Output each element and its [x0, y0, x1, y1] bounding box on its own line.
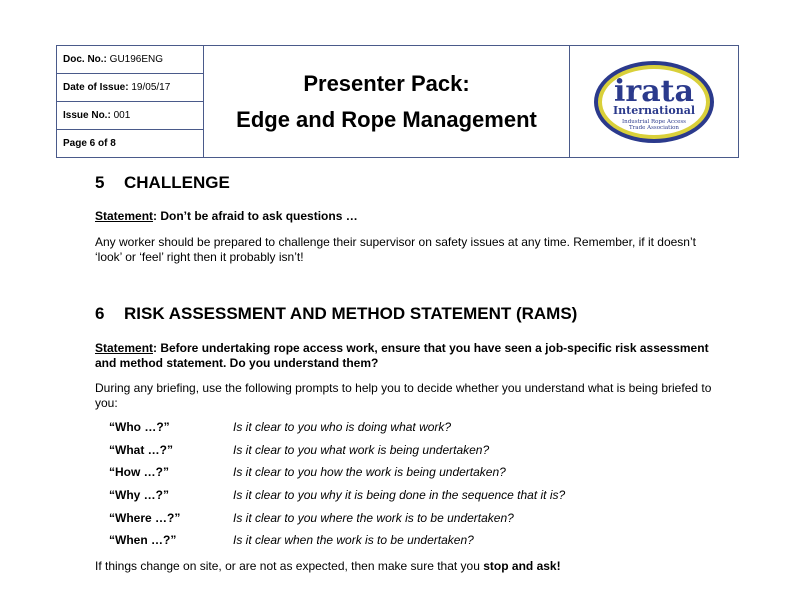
prompt-row: “Who …?” Is it clear to you who is doing …: [109, 420, 452, 435]
title-line-1: Presenter Pack:: [303, 70, 470, 96]
document-header: Doc. No.: GU196ENG Presenter Pack: Edge …: [56, 45, 739, 158]
issue-number: Issue No.: 001: [56, 101, 204, 130]
section-6-closing: If things change on site, or are not as …: [95, 559, 561, 573]
section-5-statement: Statement: Don’t be afraid to ask questi…: [95, 209, 358, 223]
page-number: Page 6 of 8: [56, 129, 204, 158]
prompt-row: “Where …?” Is it clear to you where the w…: [109, 510, 514, 525]
irata-logo: irata International Industrial Rope Acce…: [569, 45, 739, 158]
title-line-2: Edge and Rope Management: [236, 106, 537, 132]
section-5-body: Any worker should be prepared to challen…: [95, 235, 696, 264]
logo-tagline-2: Trade Association: [629, 125, 679, 131]
section-6-statement: Statement: Before undertaking rope acces…: [95, 341, 709, 370]
section-6-intro: During any briefing, use the following p…: [95, 381, 712, 410]
document-title: Presenter Pack: Edge and Rope Management: [203, 45, 570, 158]
doc-number: Doc. No.: GU196ENG: [56, 45, 204, 74]
prompt-row: “What …?” Is it clear to you what work is…: [109, 442, 490, 457]
prompt-row: “How …?” Is it clear to you how the work …: [109, 465, 506, 480]
prompt-row: “Why …?” Is it clear to you why it is bei…: [109, 488, 566, 503]
prompt-row: “When …?” Is it clear when the work is to…: [109, 533, 474, 548]
section-5-heading: 5 CHALLENGE: [95, 173, 230, 192]
date-of-issue: Date of Issue: 19/05/17: [56, 73, 204, 102]
logo-subtitle: International: [613, 104, 695, 117]
prompt-list: “Who …?” Is it clear to you who is doing …: [109, 416, 669, 552]
section-6-heading: 6 RISK ASSESSMENT AND METHOD STATEMENT (R…: [95, 304, 578, 323]
